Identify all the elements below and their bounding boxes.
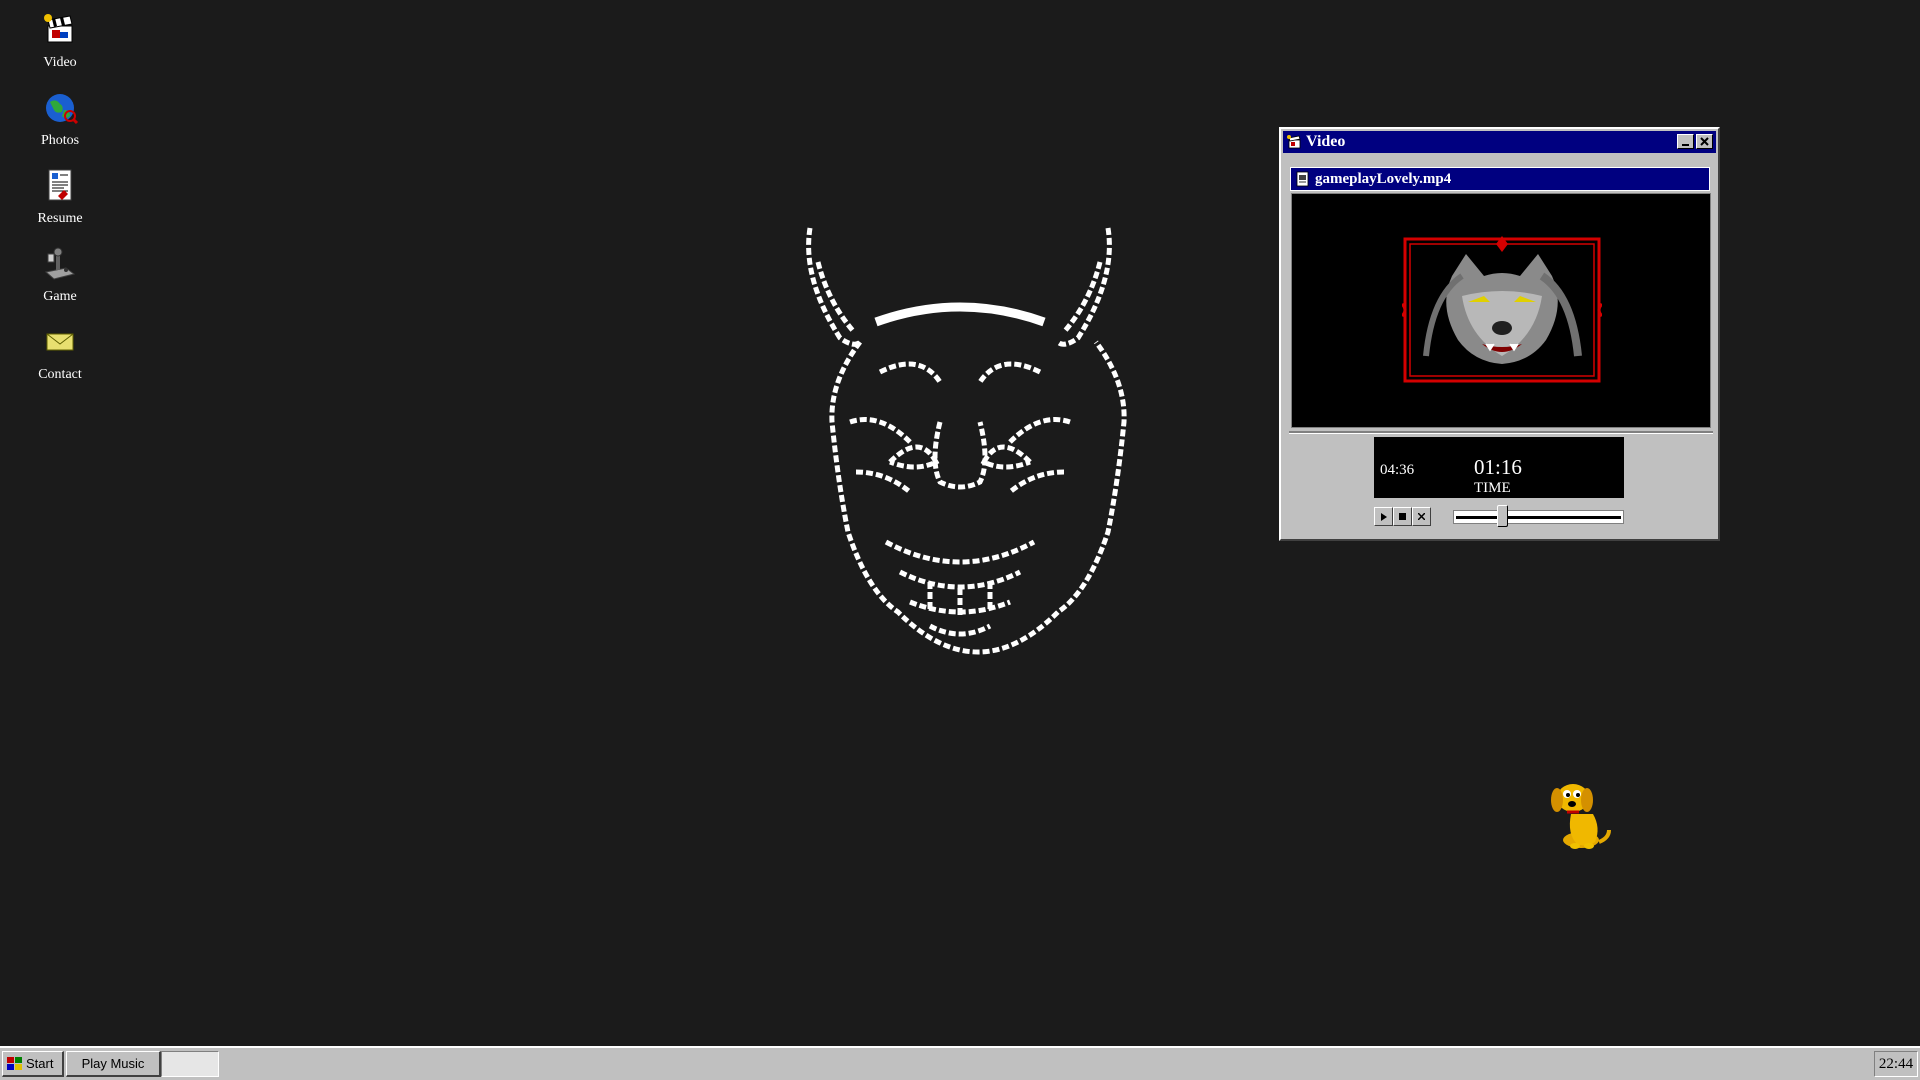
desktop-icon-video[interactable]: Video — [20, 10, 100, 71]
start-label: Start — [26, 1056, 54, 1071]
stop-icon — [1399, 513, 1406, 520]
taskbar: Start Play Music 22:44 — [0, 1046, 1920, 1080]
oni-mask-wallpaper — [806, 227, 1127, 655]
globe-icon — [46, 94, 79, 125]
current-time-readout: 01:16 — [1474, 455, 1522, 479]
minimize-icon — [1681, 143, 1689, 146]
play-icon — [1381, 512, 1387, 521]
taskbar-button-play-music[interactable]: Play Music — [66, 1051, 161, 1077]
desktop-icon-label: Video — [43, 55, 77, 70]
desktop-icon-contact[interactable]: Contact — [20, 322, 100, 383]
window-title: Video — [1306, 133, 1346, 150]
window-titlebar[interactable]: Video — [1283, 131, 1716, 153]
desktop-icon-game[interactable]: Game — [20, 244, 100, 305]
video-clapper-icon — [1287, 135, 1301, 149]
windows-logo-icon — [7, 1056, 22, 1070]
seek-slider-thumb[interactable] — [1497, 505, 1509, 527]
taskbar-button-label: Play Music — [81, 1056, 145, 1071]
desktop-icon-label: Contact — [38, 367, 82, 382]
minimize-button[interactable] — [1677, 134, 1694, 149]
joystick-icon — [44, 247, 76, 280]
seek-slider-track[interactable] — [1453, 510, 1624, 524]
video-display[interactable] — [1291, 193, 1711, 428]
separator — [1289, 431, 1713, 434]
desktop-icon-label: Photos — [40, 133, 80, 148]
document-icon — [48, 169, 72, 201]
close-button[interactable] — [1696, 134, 1713, 149]
file-titlebar: gameplayLovely.mp4 — [1290, 167, 1710, 191]
duration-readout: 04:36 — [1380, 462, 1415, 478]
file-name: gameplayLovely.mp4 — [1315, 170, 1452, 187]
stop-button[interactable] — [1393, 507, 1412, 526]
wolf-video-frame — [1402, 236, 1602, 383]
eject-button[interactable] — [1412, 507, 1431, 526]
video-clapper-icon — [44, 14, 73, 43]
seek-groove — [1456, 516, 1621, 519]
dog-assistant[interactable] — [1545, 778, 1611, 850]
video-file-icon — [1296, 171, 1309, 187]
desktop-icon-photos[interactable]: Photos — [20, 88, 100, 149]
taskbar-empty-slot — [161, 1051, 219, 1077]
envelope-icon — [46, 333, 74, 351]
desktop-icon-resume[interactable]: Resume — [20, 166, 100, 227]
close-icon — [1418, 513, 1425, 520]
play-button[interactable] — [1374, 507, 1393, 526]
desktop-icon-label: Resume — [37, 211, 83, 226]
desktop-icon-label: Game — [43, 289, 77, 304]
time-label: TIME — [1474, 480, 1511, 496]
time-display: 04:36 01:16 TIME — [1374, 437, 1624, 498]
system-tray-clock: 22:44 — [1874, 1051, 1918, 1077]
close-icon — [1700, 137, 1709, 146]
start-button[interactable]: Start — [2, 1051, 64, 1077]
clock: 22:44 — [1878, 1055, 1914, 1072]
video-window[interactable]: Video gameplayLovely.mp4 04:36 01:16 TIM… — [1279, 127, 1720, 541]
